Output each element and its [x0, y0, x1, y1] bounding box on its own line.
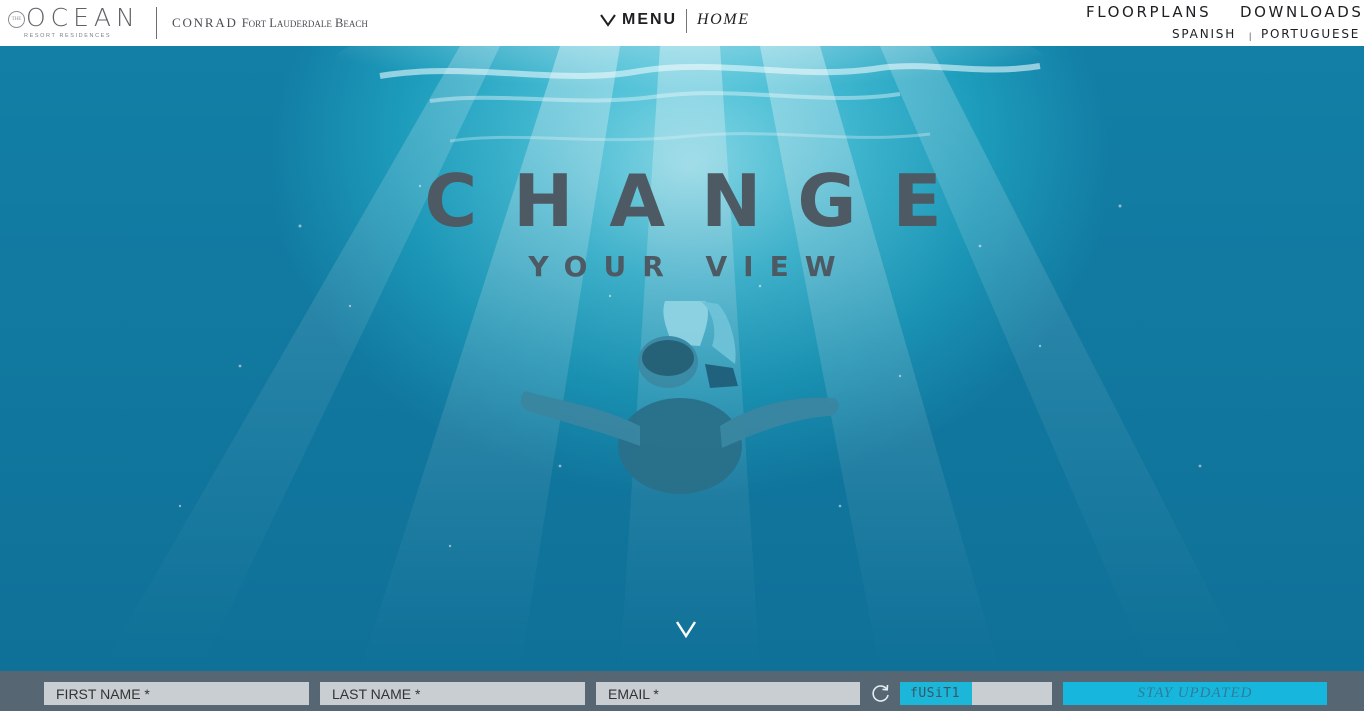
ocean-logo[interactable]: THE OCEAN RESORT RESIDENCES — [8, 4, 138, 42]
logo-divider — [156, 7, 157, 39]
hero-headline: CHANGE — [424, 159, 978, 243]
conrad-logo[interactable]: CONRAD Fort Lauderdale Beach — [172, 14, 368, 32]
logo-mark: THE — [8, 11, 25, 28]
logo-wordmark: OCEAN — [26, 3, 140, 32]
nav-floorplans-link[interactable]: FLOORPLANS — [1086, 3, 1211, 21]
underwater-swimmer-image — [0, 46, 1364, 671]
language-separator: | — [1249, 31, 1252, 41]
partner-brand: CONRAD — [172, 15, 238, 30]
hero-banner: CHANGE YOUR VIEW — [0, 46, 1364, 671]
captcha-field[interactable] — [972, 682, 1052, 705]
nav-downloads-link[interactable]: DOWNLOADS — [1240, 3, 1364, 21]
language-portuguese-link[interactable]: PORTUGUESE — [1261, 27, 1360, 41]
captcha-image: fUSiT1 — [900, 682, 972, 705]
chevron-down-icon[interactable] — [675, 619, 697, 639]
refresh-icon[interactable] — [870, 683, 891, 704]
hero-subhead: YOUR VIEW — [528, 250, 852, 283]
first-name-field[interactable] — [44, 682, 309, 705]
language-spanish-link[interactable]: SPANISH — [1172, 27, 1236, 41]
stay-updated-button[interactable]: STAY UPDATED — [1063, 682, 1327, 705]
logo-tagline: RESORT RESIDENCES — [24, 33, 112, 39]
home-link[interactable]: HOME — [697, 11, 750, 29]
menu-divider — [686, 9, 687, 33]
partner-location: Fort Lauderdale Beach — [241, 16, 368, 30]
signup-form: fUSiT1 STAY UPDATED — [0, 671, 1364, 711]
site-header: THE OCEAN RESORT RESIDENCES CONRAD Fort L… — [0, 0, 1364, 46]
email-field[interactable] — [596, 682, 860, 705]
chevron-down-icon — [600, 14, 616, 27]
last-name-field[interactable] — [320, 682, 585, 705]
menu-label: MENU — [622, 11, 678, 28]
